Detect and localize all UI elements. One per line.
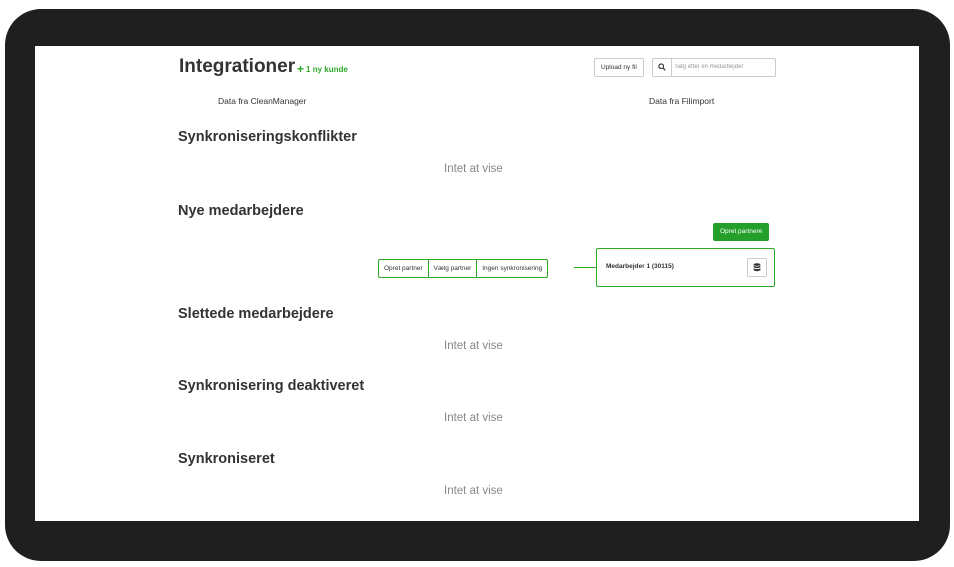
app-screen: Integrationer +1 ny kunde Upload ny fil … <box>35 46 919 521</box>
empty-state-synced: Intet at vise <box>444 485 503 497</box>
sync-action-group: Opret partner Vælg partner Ingen synkron… <box>378 259 549 278</box>
search-button[interactable] <box>653 59 672 76</box>
plus-icon: + <box>297 62 305 76</box>
database-icon <box>753 263 761 272</box>
page-title: Integrationer <box>179 56 296 77</box>
search-input[interactable] <box>675 61 771 73</box>
new-customer-badge: +1 ny kunde <box>297 62 348 76</box>
section-title-conflicts: Synkroniseringskonflikter <box>178 129 357 145</box>
section-title-deleted: Slettede medarbejdere <box>178 306 334 322</box>
section-title-new-employees: Nye medarbejdere <box>178 203 304 219</box>
choose-partner-button[interactable]: Vælg partner <box>427 260 477 277</box>
empty-state-conflicts: Intet at vise <box>444 163 503 175</box>
employee-card: Medarbejder 1 (30115) <box>596 248 775 287</box>
empty-state-deleted: Intet at vise <box>444 340 503 352</box>
employee-name: Medarbejder 1 (30115) <box>606 263 674 270</box>
no-sync-button[interactable]: Ingen synkronisering <box>476 260 547 277</box>
create-partner-button[interactable]: Opret partner <box>379 260 428 277</box>
create-partners-button[interactable]: Opret partnere <box>713 223 770 241</box>
section-title-synced: Synkroniseret <box>178 451 275 467</box>
column-header-right: Data fra Filimport <box>649 96 715 106</box>
search-icon <box>658 63 666 71</box>
badge-label: 1 ny kunde <box>306 65 348 74</box>
section-title-disabled: Synkronisering deaktiveret <box>178 378 365 394</box>
empty-state-disabled: Intet at vise <box>444 412 503 424</box>
search-box <box>652 58 776 77</box>
database-button[interactable] <box>747 258 767 277</box>
connector-line <box>574 267 596 268</box>
column-header-left: Data fra CleanManager <box>218 96 307 106</box>
upload-file-button[interactable]: Upload ny fil <box>594 58 644 77</box>
